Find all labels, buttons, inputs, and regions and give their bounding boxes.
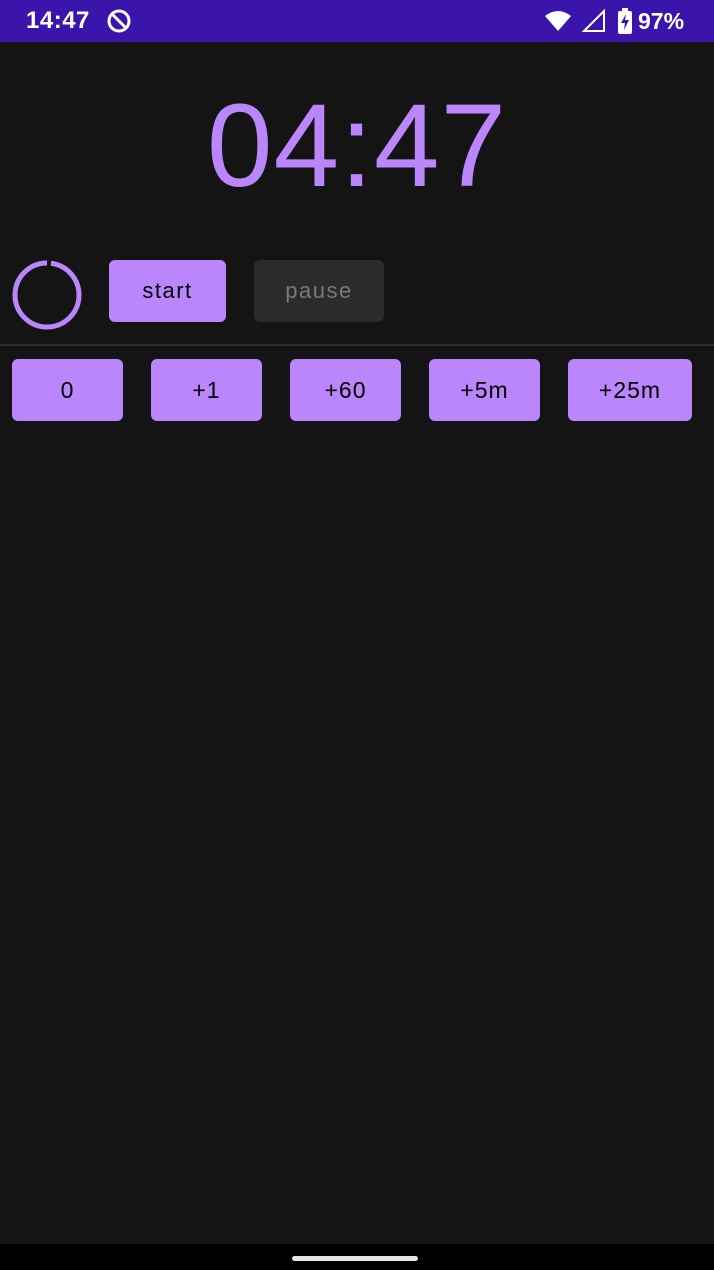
progress-ring-icon (12, 260, 82, 330)
start-button[interactable]: start (109, 260, 226, 322)
divider (0, 344, 714, 346)
wifi-icon (545, 11, 571, 31)
add-60-seconds-button[interactable]: +60 (290, 359, 401, 421)
status-time: 14:47 (26, 7, 90, 34)
reset-button[interactable]: 0 (12, 359, 123, 421)
status-indicators: 97% (514, 0, 714, 42)
pause-button[interactable]: pause (254, 260, 384, 322)
battery-percent: 97% (638, 8, 685, 34)
status-bar: 14:47 97% (0, 0, 714, 42)
timer-display: 04:47 (206, 80, 508, 212)
add-25-minutes-button[interactable]: +25m (568, 359, 692, 421)
app-screen: 14:47 97% 04:47 start pause 0 +1 +60 +5m… (0, 0, 714, 1270)
home-gesture-handle[interactable] (292, 1256, 418, 1261)
battery-charging-icon (618, 8, 632, 34)
do-not-disturb-icon (107, 9, 131, 33)
add-1-second-button[interactable]: +1 (151, 359, 262, 421)
navigation-bar (0, 1244, 714, 1270)
add-5-minutes-button[interactable]: +5m (429, 359, 540, 421)
cell-signal-icon (582, 9, 605, 32)
